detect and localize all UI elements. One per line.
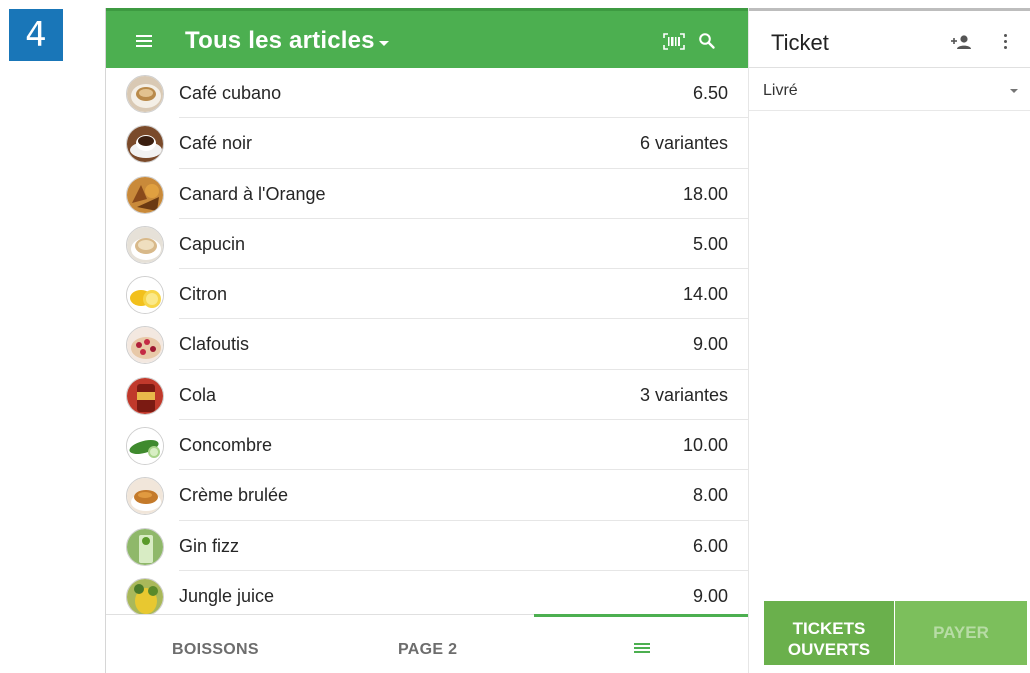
- ticket-title: Ticket: [771, 30, 829, 55]
- item-name: Concombre: [179, 435, 273, 456]
- dining-option-value: Livré: [763, 82, 798, 99]
- chevron-down-icon: [1010, 89, 1018, 93]
- category-tabs: BOISSONS PAGE 2: [106, 614, 748, 673]
- tab-page-2[interactable]: PAGE 2: [320, 615, 534, 673]
- item-name: Crème brulée: [179, 485, 289, 506]
- jungle-juice-thumbnail: [126, 577, 164, 616]
- items-panel: Tous les articles Café cubano 6.50 Café …: [105, 8, 748, 673]
- item-name: Jungle juice: [179, 585, 275, 606]
- lemon-thumbnail: [126, 276, 164, 315]
- step-number-badge: 4: [9, 9, 63, 61]
- ticket-panel: Ticket Livré TICKETS OUVERTS PAYER: [748, 8, 1030, 673]
- chevron-down-icon[interactable]: [379, 41, 389, 46]
- list-item[interactable]: Crème brulée 8.00: [106, 470, 748, 521]
- item-price: 8.00: [692, 485, 728, 506]
- item-price: 6.50: [692, 83, 728, 103]
- search-icon[interactable]: [698, 32, 716, 50]
- item-price: 9.00: [692, 334, 728, 355]
- pay-button[interactable]: PAYER: [895, 601, 1027, 665]
- dining-option-select[interactable]: Livré: [749, 69, 1030, 111]
- open-tickets-button[interactable]: TICKETS OUVERTS: [764, 601, 894, 665]
- item-name: Café noir: [179, 133, 253, 154]
- item-price: 6.00: [692, 535, 728, 556]
- item-name: Capucin: [179, 233, 246, 254]
- list-icon[interactable]: [634, 643, 650, 654]
- tab-label: BOISSONS: [172, 641, 259, 658]
- list-item[interactable]: Café noir 6 variantes: [106, 118, 748, 169]
- item-price: 3 variantes: [639, 384, 728, 405]
- clafoutis-thumbnail: [126, 326, 164, 365]
- gin-fizz-thumbnail: [126, 527, 164, 566]
- item-name: Clafoutis: [179, 334, 250, 355]
- black-coffee-thumbnail: [126, 125, 164, 164]
- open-tickets-label-line1: TICKETS: [792, 618, 866, 638]
- active-tab-indicator: [534, 614, 748, 617]
- cucumber-thumbnail: [126, 427, 164, 466]
- list-item[interactable]: Café cubano 6.50: [106, 68, 748, 119]
- tab-label: PAGE 2: [398, 641, 458, 658]
- item-price: 9.00: [692, 585, 728, 606]
- item-name: Canard à l'Orange: [179, 183, 326, 204]
- creme-brulee-thumbnail: [126, 477, 164, 516]
- list-item[interactable]: Concombre 10.00: [106, 420, 748, 471]
- cappuccino-thumbnail: [126, 225, 164, 264]
- list-item[interactable]: Citron 14.00: [106, 269, 748, 320]
- tab-boissons[interactable]: BOISSONS: [106, 615, 320, 673]
- list-item[interactable]: Clafoutis 9.00: [106, 319, 748, 370]
- item-name: Cola: [179, 384, 217, 405]
- category-title[interactable]: Tous les articles: [185, 27, 375, 55]
- cola-thumbnail: [126, 376, 164, 415]
- more-vertical-icon[interactable]: [1003, 34, 1009, 50]
- ticket-header: Ticket: [749, 8, 1030, 68]
- barcode-scan-icon[interactable]: [663, 33, 685, 50]
- item-price: 14.00: [682, 284, 728, 305]
- item-price: 5.00: [692, 233, 728, 254]
- item-price: 6 variantes: [639, 133, 728, 154]
- list-item[interactable]: Canard à l'Orange 18.00: [106, 169, 748, 219]
- hamburger-menu-icon[interactable]: [136, 35, 152, 47]
- item-price: 18.00: [682, 183, 728, 204]
- list-item[interactable]: Capucin 5.00: [106, 219, 748, 270]
- item-price: 10.00: [682, 435, 728, 456]
- item-name: Gin fizz: [179, 535, 240, 556]
- list-item[interactable]: Gin fizz 6.00: [106, 521, 748, 571]
- open-tickets-label-line2: OUVERTS: [787, 639, 871, 659]
- item-name: Café cubano: [179, 83, 282, 103]
- add-customer-icon[interactable]: [951, 34, 973, 50]
- items-list: Café cubano 6.50 Café noir 6 variantes C…: [106, 68, 748, 621]
- item-name: Citron: [179, 284, 228, 305]
- coffee-cup-thumbnail: [126, 75, 164, 113]
- items-toolbar: Tous les articles: [106, 8, 748, 68]
- duck-dish-thumbnail: [126, 175, 164, 214]
- list-item[interactable]: Cola 3 variantes: [106, 370, 748, 421]
